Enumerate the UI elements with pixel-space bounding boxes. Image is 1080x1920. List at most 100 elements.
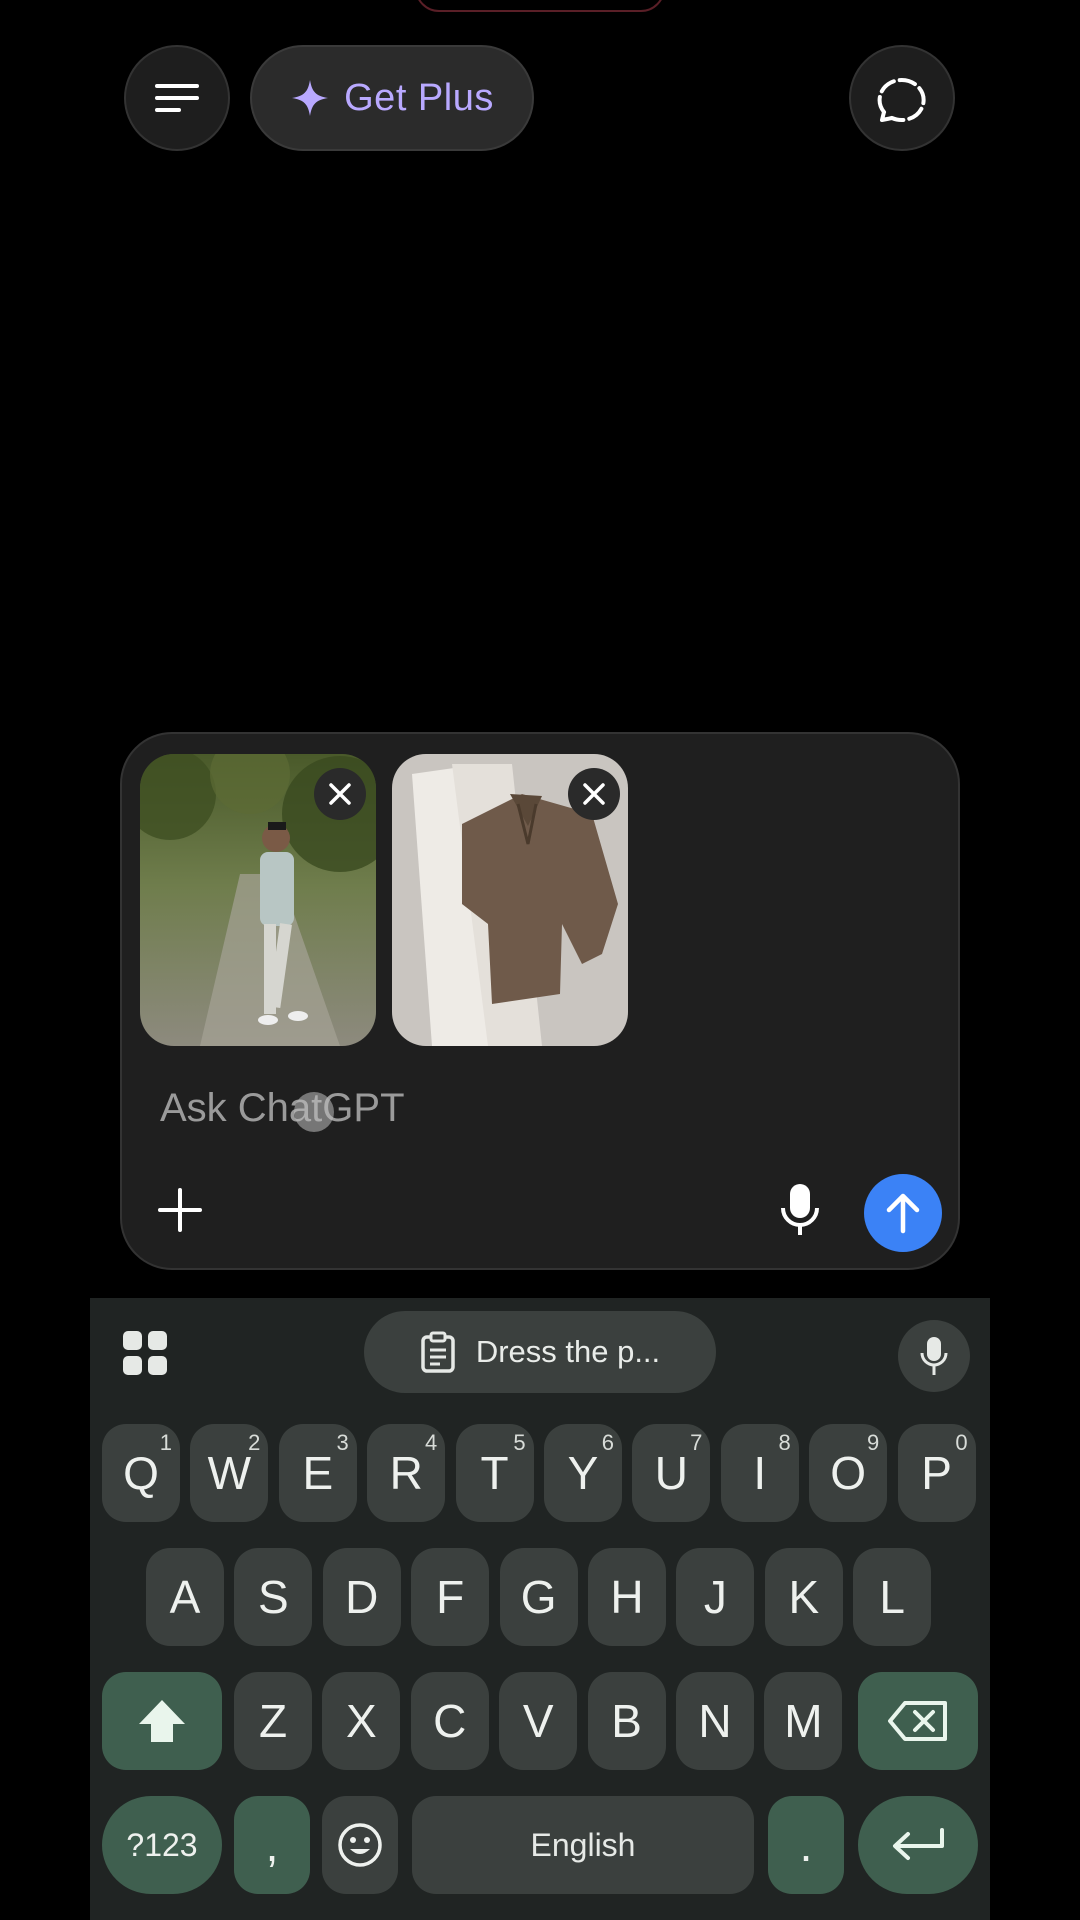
sparkle-icon bbox=[292, 80, 329, 116]
comma-key-label: , bbox=[265, 1819, 279, 1871]
key-p[interactable]: P0 bbox=[897, 1424, 976, 1522]
temporary-chat-button[interactable] bbox=[849, 45, 955, 151]
clipboard-suggestion-chip[interactable]: Dress the p... bbox=[364, 1311, 716, 1393]
key-l[interactable]: L bbox=[853, 1548, 932, 1646]
voice-input-button[interactable] bbox=[770, 1178, 830, 1242]
emoji-icon bbox=[338, 1823, 382, 1867]
key-label: A bbox=[169, 1571, 201, 1623]
key-number-hint: 4 bbox=[424, 1430, 438, 1455]
shift-key[interactable] bbox=[102, 1672, 222, 1770]
key-number-hint: 2 bbox=[248, 1430, 261, 1455]
shift-arrow-icon bbox=[139, 1700, 185, 1742]
remove-attachment-1-button[interactable] bbox=[314, 768, 366, 820]
period-key[interactable]: . bbox=[768, 1796, 844, 1894]
key-s[interactable]: S bbox=[234, 1548, 313, 1646]
key-number-hint: 7 bbox=[690, 1430, 703, 1455]
key-k[interactable]: K bbox=[764, 1548, 843, 1646]
space-key[interactable]: English bbox=[412, 1796, 754, 1894]
key-label: T bbox=[480, 1447, 509, 1499]
period-key-label: . bbox=[799, 1819, 813, 1871]
key-v[interactable]: V bbox=[499, 1672, 578, 1770]
key-label: C bbox=[433, 1695, 467, 1747]
comma-key[interactable]: , bbox=[234, 1796, 310, 1894]
key-number-hint: 1 bbox=[159, 1430, 172, 1455]
key-label: H bbox=[610, 1571, 644, 1623]
chat-bubble-dashed-icon bbox=[877, 78, 926, 122]
camera-notch bbox=[415, 0, 665, 12]
key-label: L bbox=[879, 1571, 905, 1623]
menu-icon bbox=[155, 84, 199, 112]
key-label: B bbox=[611, 1695, 642, 1747]
key-label: W bbox=[207, 1447, 252, 1499]
send-button[interactable] bbox=[864, 1174, 942, 1252]
apps-grid-icon[interactable] bbox=[120, 1328, 170, 1378]
key-t[interactable]: T5 bbox=[455, 1424, 534, 1522]
key-y[interactable]: Y6 bbox=[544, 1424, 622, 1522]
key-label: P bbox=[921, 1447, 952, 1499]
key-label: M bbox=[784, 1695, 823, 1747]
key-n[interactable]: N bbox=[676, 1672, 754, 1770]
key-m[interactable]: M bbox=[764, 1672, 843, 1770]
plus-icon bbox=[158, 1188, 202, 1232]
backspace-key[interactable] bbox=[858, 1672, 978, 1770]
emoji-key[interactable] bbox=[322, 1796, 398, 1894]
key-f[interactable]: F bbox=[411, 1548, 490, 1646]
key-label: K bbox=[788, 1571, 820, 1623]
key-label: X bbox=[346, 1695, 377, 1747]
key-label: Q bbox=[123, 1447, 159, 1499]
add-attachment-button[interactable] bbox=[152, 1182, 208, 1238]
key-r[interactable]: R4 bbox=[367, 1424, 446, 1522]
key-b[interactable]: B bbox=[587, 1672, 666, 1770]
clipboard-suggestion-text: Dress the p... bbox=[475, 1334, 661, 1369]
message-input[interactable]: Ask ChatGPT bbox=[160, 1086, 405, 1131]
key-number-hint: 3 bbox=[336, 1430, 349, 1455]
enter-arrow-icon bbox=[893, 1828, 944, 1860]
key-label: N bbox=[698, 1695, 732, 1747]
key-label: O bbox=[830, 1447, 867, 1499]
clipboard-icon bbox=[421, 1331, 455, 1373]
key-number-hint: 8 bbox=[778, 1430, 791, 1455]
menu-button[interactable] bbox=[124, 45, 230, 151]
key-label: V bbox=[522, 1695, 554, 1747]
key-label: R bbox=[389, 1447, 423, 1499]
enter-key[interactable] bbox=[858, 1796, 978, 1894]
key-a[interactable]: A bbox=[146, 1548, 224, 1646]
arrow-up-icon bbox=[886, 1193, 920, 1234]
symbols-key[interactable]: ?123 bbox=[102, 1796, 222, 1894]
key-q[interactable]: Q1 bbox=[102, 1424, 180, 1522]
key-e[interactable]: E3 bbox=[278, 1424, 357, 1522]
key-label: J bbox=[703, 1571, 727, 1623]
key-h[interactable]: H bbox=[588, 1548, 666, 1646]
key-label: G bbox=[520, 1571, 557, 1623]
backspace-icon bbox=[888, 1701, 947, 1741]
key-d[interactable]: D bbox=[322, 1548, 401, 1646]
key-w[interactable]: W2 bbox=[190, 1424, 269, 1522]
key-label: I bbox=[753, 1447, 767, 1499]
keyboard-toolbar: Dress the p... bbox=[90, 1298, 990, 1408]
key-c[interactable]: C bbox=[410, 1672, 489, 1770]
key-label: S bbox=[258, 1571, 289, 1623]
close-icon bbox=[329, 783, 351, 805]
key-number-hint: 6 bbox=[601, 1430, 614, 1455]
key-x[interactable]: X bbox=[322, 1672, 401, 1770]
on-screen-keyboard: Dress the p... Q1W2E3R4T5Y6U7I8O9P0 ASDF… bbox=[90, 1298, 990, 1920]
key-z[interactable]: Z bbox=[234, 1672, 312, 1770]
key-i[interactable]: I8 bbox=[720, 1424, 799, 1522]
key-label: D bbox=[345, 1571, 379, 1623]
key-number-hint: 0 bbox=[955, 1430, 968, 1455]
key-o[interactable]: O9 bbox=[809, 1424, 888, 1522]
microphone-icon bbox=[781, 1184, 819, 1235]
get-plus-button[interactable]: Get Plus bbox=[250, 45, 534, 151]
remove-attachment-2-button[interactable] bbox=[568, 768, 620, 820]
key-g[interactable]: G bbox=[499, 1548, 578, 1646]
text-cursor-handle[interactable] bbox=[294, 1092, 334, 1132]
space-key-label: English bbox=[530, 1826, 636, 1863]
key-u[interactable]: U7 bbox=[632, 1424, 711, 1522]
keyboard-voice-button[interactable] bbox=[898, 1320, 970, 1392]
key-label: F bbox=[436, 1571, 465, 1623]
key-j[interactable]: J bbox=[676, 1548, 755, 1646]
close-icon bbox=[583, 783, 605, 805]
symbols-key-label: ?123 bbox=[126, 1826, 198, 1863]
key-label: Z bbox=[258, 1695, 288, 1747]
key-number-hint: 9 bbox=[866, 1430, 880, 1455]
